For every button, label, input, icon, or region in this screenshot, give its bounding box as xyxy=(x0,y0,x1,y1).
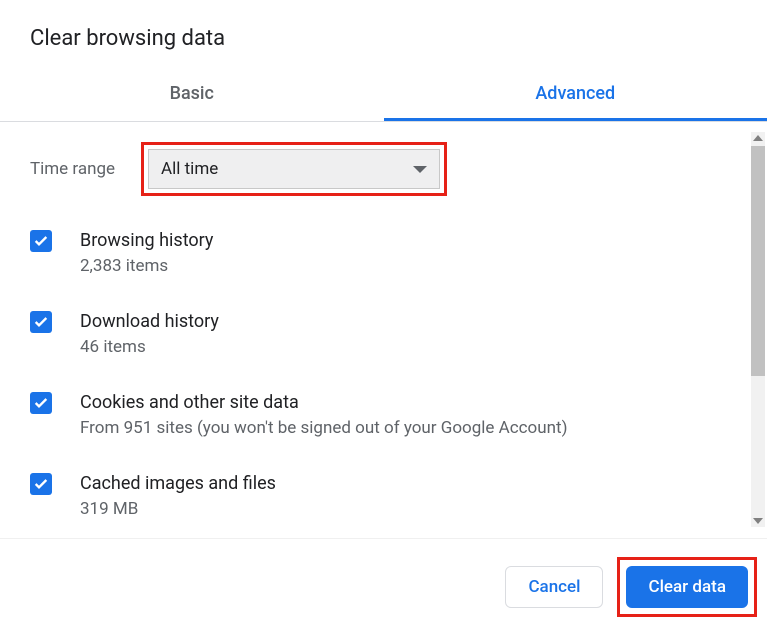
option-sub: From 951 sites (you won't be signed out … xyxy=(80,417,568,441)
option-label: Download history xyxy=(80,309,219,334)
option-sub: 319 MB xyxy=(80,498,276,522)
dropdown-arrow-icon xyxy=(413,166,427,173)
checkmark-icon xyxy=(33,395,49,411)
option-sub: 2,383 items xyxy=(80,255,213,279)
tab-basic[interactable]: Basic xyxy=(0,69,384,121)
option-label: Cached images and files xyxy=(80,471,276,496)
highlight-time-range: All time xyxy=(141,142,447,196)
clear-data-button[interactable]: Clear data xyxy=(626,566,748,608)
option-text: Download history 46 items xyxy=(80,309,219,360)
option-text: Cached images and files 319 MB xyxy=(80,471,276,522)
option-sub: 46 items xyxy=(80,336,219,360)
option-text: Browsing history 2,383 items xyxy=(80,228,213,279)
option-text: Cookies and other site data From 951 sit… xyxy=(80,390,568,441)
checkbox-cache[interactable] xyxy=(30,473,52,495)
checkmark-icon xyxy=(33,233,49,249)
time-range-label: Time range xyxy=(30,159,115,179)
time-range-row: Time range All time xyxy=(30,122,737,220)
dialog-title: Clear browsing data xyxy=(0,0,767,69)
option-cookies: Cookies and other site data From 951 sit… xyxy=(30,382,737,463)
checkmark-icon xyxy=(33,476,49,492)
checkbox-download-history[interactable] xyxy=(30,311,52,333)
dialog-footer: Cancel Clear data xyxy=(0,538,767,635)
cancel-button[interactable]: Cancel xyxy=(505,566,603,608)
checkbox-cookies[interactable] xyxy=(30,392,52,414)
option-browsing-history: Browsing history 2,383 items xyxy=(30,220,737,301)
clear-browsing-data-dialog: Clear browsing data Basic Advanced Time … xyxy=(0,0,767,635)
time-range-select[interactable]: All time xyxy=(148,149,440,189)
scroll-up-icon[interactable] xyxy=(753,135,763,141)
time-range-value: All time xyxy=(161,159,218,179)
tab-advanced[interactable]: Advanced xyxy=(384,69,767,121)
scrollbar-thumb[interactable] xyxy=(751,146,765,376)
options-scroll-area: Time range All time Browsing history 2,3… xyxy=(0,122,767,538)
tabs: Basic Advanced xyxy=(0,69,767,122)
checkbox-browsing-history[interactable] xyxy=(30,230,52,252)
scrollbar[interactable] xyxy=(751,132,765,527)
option-label: Cookies and other site data xyxy=(80,390,568,415)
option-label: Browsing history xyxy=(80,228,213,253)
option-download-history: Download history 46 items xyxy=(30,301,737,382)
option-cache: Cached images and files 319 MB xyxy=(30,463,737,538)
checkmark-icon xyxy=(33,314,49,330)
scroll-down-icon[interactable] xyxy=(753,518,763,524)
highlight-clear-button: Clear data xyxy=(617,557,757,617)
